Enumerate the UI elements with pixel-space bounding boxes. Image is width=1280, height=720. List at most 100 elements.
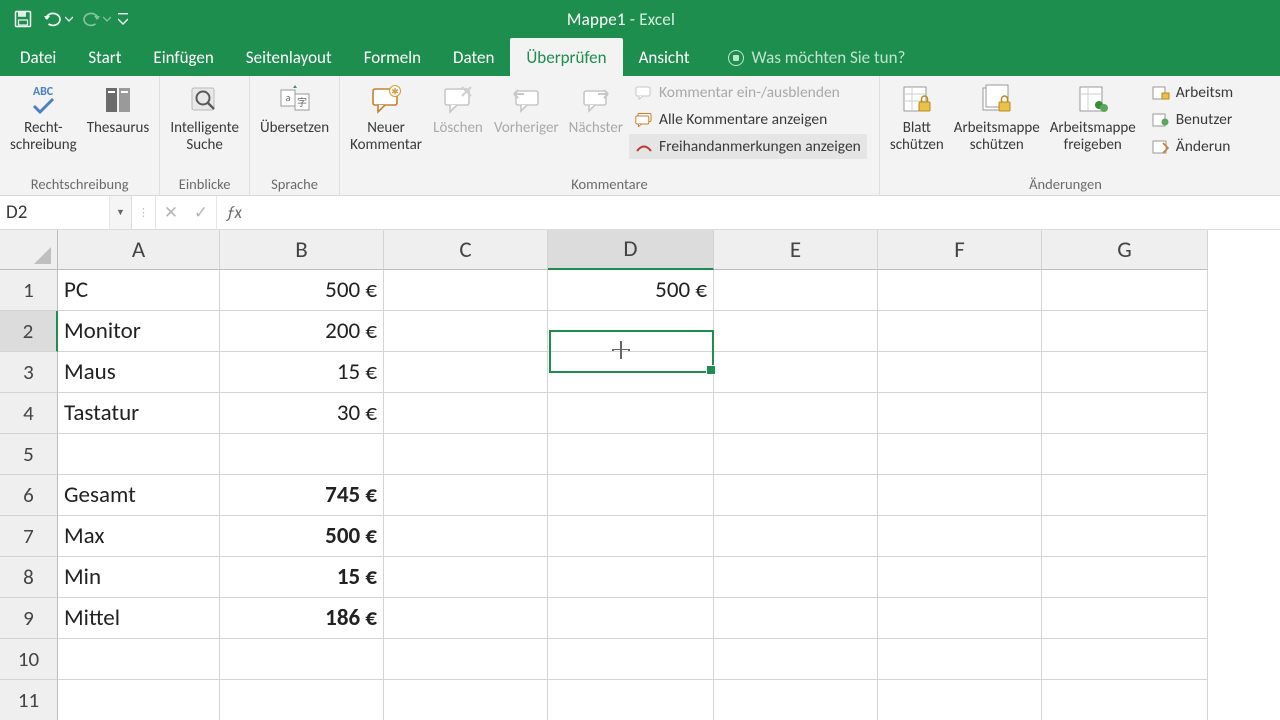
row-header-8[interactable]: 8 — [0, 557, 58, 598]
row-header-9[interactable]: 9 — [0, 598, 58, 639]
cell-G7[interactable] — [1042, 516, 1208, 557]
allow-users-button[interactable]: Benutzer — [1146, 107, 1239, 132]
cell-G9[interactable] — [1042, 598, 1208, 639]
prev-comment-button[interactable]: Vorheriger — [490, 78, 563, 137]
show-hide-comment-button[interactable]: Kommentar ein-/ausblenden — [629, 80, 867, 105]
cell-D11[interactable] — [548, 680, 714, 720]
share-workbook-button[interactable]: Arbeitsmappe freigeben — [1046, 78, 1140, 155]
protect-sheet-button[interactable]: Blatt schützen — [886, 78, 948, 155]
tab-formulas[interactable]: Formeln — [348, 38, 437, 76]
undo-dropdown-icon[interactable] — [62, 4, 76, 34]
cell-C2[interactable] — [384, 311, 548, 352]
tab-insert[interactable]: Einfügen — [137, 38, 229, 76]
cell-G5[interactable] — [1042, 434, 1208, 475]
cell-F3[interactable] — [878, 352, 1042, 393]
cell-F8[interactable] — [878, 557, 1042, 598]
cell-B7[interactable]: 500 € — [220, 516, 384, 557]
cell-C10[interactable] — [384, 639, 548, 680]
cell-B3[interactable]: 15 € — [220, 352, 384, 393]
cell-C5[interactable] — [384, 434, 548, 475]
new-comment-button[interactable]: ✱ Neuer Kommentar — [346, 78, 426, 155]
column-header-F[interactable]: F — [878, 230, 1042, 270]
row-header-10[interactable]: 10 — [0, 639, 58, 680]
cell-F10[interactable] — [878, 639, 1042, 680]
cell-D5[interactable] — [548, 434, 714, 475]
cell-E4[interactable] — [714, 393, 878, 434]
cell-F1[interactable] — [878, 270, 1042, 311]
cell-G6[interactable] — [1042, 475, 1208, 516]
cell-F4[interactable] — [878, 393, 1042, 434]
cell-G10[interactable] — [1042, 639, 1208, 680]
tab-review[interactable]: Überprüfen — [510, 38, 622, 76]
cell-F6[interactable] — [878, 475, 1042, 516]
cell-B10[interactable] — [220, 639, 384, 680]
row-header-4[interactable]: 4 — [0, 393, 58, 434]
column-header-D[interactable]: D — [548, 230, 714, 270]
cell-D1[interactable]: 500 € — [548, 270, 714, 311]
cell-E6[interactable] — [714, 475, 878, 516]
cell-F9[interactable] — [878, 598, 1042, 639]
show-ink-button[interactable]: Freihandanmerkungen anzeigen — [629, 134, 867, 159]
cell-F11[interactable] — [878, 680, 1042, 720]
cell-G4[interactable] — [1042, 393, 1208, 434]
cell-C9[interactable] — [384, 598, 548, 639]
cell-E11[interactable] — [714, 680, 878, 720]
row-header-1[interactable]: 1 — [0, 270, 58, 311]
save-icon[interactable] — [8, 4, 38, 34]
cell-G1[interactable] — [1042, 270, 1208, 311]
cell-E7[interactable] — [714, 516, 878, 557]
cell-E9[interactable] — [714, 598, 878, 639]
cell-D3[interactable] — [548, 352, 714, 393]
cell-B11[interactable] — [220, 680, 384, 720]
cell-A7[interactable]: Max — [58, 516, 220, 557]
name-box-dropdown-icon[interactable]: ▼ — [109, 196, 131, 229]
cell-B9[interactable]: 186 € — [220, 598, 384, 639]
cell-A8[interactable]: Min — [58, 557, 220, 598]
cell-B1[interactable]: 500 € — [220, 270, 384, 311]
cell-E10[interactable] — [714, 639, 878, 680]
next-comment-button[interactable]: Nächster — [565, 78, 627, 137]
track-changes-button[interactable]: Änderun — [1146, 134, 1239, 159]
cell-C11[interactable] — [384, 680, 548, 720]
cell-A5[interactable] — [58, 434, 220, 475]
cell-F2[interactable] — [878, 311, 1042, 352]
row-header-11[interactable]: 11 — [0, 680, 58, 720]
cell-D8[interactable] — [548, 557, 714, 598]
enter-formula-icon[interactable]: ✓ — [186, 202, 216, 223]
cell-A2[interactable]: Monitor — [58, 311, 220, 352]
cell-E8[interactable] — [714, 557, 878, 598]
tell-me-search[interactable]: Was möchten Sie tun? — [706, 47, 906, 76]
row-header-5[interactable]: 5 — [0, 434, 58, 475]
cell-B6[interactable]: 745 € — [220, 475, 384, 516]
cell-D4[interactable] — [548, 393, 714, 434]
row-header-7[interactable]: 7 — [0, 516, 58, 557]
cell-A11[interactable] — [58, 680, 220, 720]
protect-share-button[interactable]: Arbeitsm — [1146, 80, 1239, 105]
cell-F7[interactable] — [878, 516, 1042, 557]
cell-C3[interactable] — [384, 352, 548, 393]
cell-A1[interactable]: PC — [58, 270, 220, 311]
cell-G2[interactable] — [1042, 311, 1208, 352]
cell-E2[interactable] — [714, 311, 878, 352]
redo-dropdown-icon[interactable] — [100, 4, 114, 34]
cell-E1[interactable] — [714, 270, 878, 311]
cell-G3[interactable] — [1042, 352, 1208, 393]
tab-data[interactable]: Daten — [437, 38, 510, 76]
spelling-button[interactable]: ABC Recht- schreibung — [6, 78, 81, 155]
cell-C8[interactable] — [384, 557, 548, 598]
row-header-3[interactable]: 3 — [0, 352, 58, 393]
cell-C6[interactable] — [384, 475, 548, 516]
thesaurus-button[interactable]: Thesaurus — [83, 78, 154, 137]
tab-view[interactable]: Ansicht — [623, 38, 706, 76]
cell-G11[interactable] — [1042, 680, 1208, 720]
cell-A9[interactable]: Mittel — [58, 598, 220, 639]
tab-page-layout[interactable]: Seitenlayout — [230, 38, 348, 76]
protect-workbook-button[interactable]: Arbeitsmappe schützen — [950, 78, 1044, 155]
row-header-2[interactable]: 2 — [0, 311, 58, 352]
column-header-C[interactable]: C — [384, 230, 548, 270]
cell-F5[interactable] — [878, 434, 1042, 475]
cell-C4[interactable] — [384, 393, 548, 434]
name-box[interactable]: D2 — [0, 198, 109, 227]
cell-D9[interactable] — [548, 598, 714, 639]
customize-qat-icon[interactable] — [114, 4, 132, 34]
